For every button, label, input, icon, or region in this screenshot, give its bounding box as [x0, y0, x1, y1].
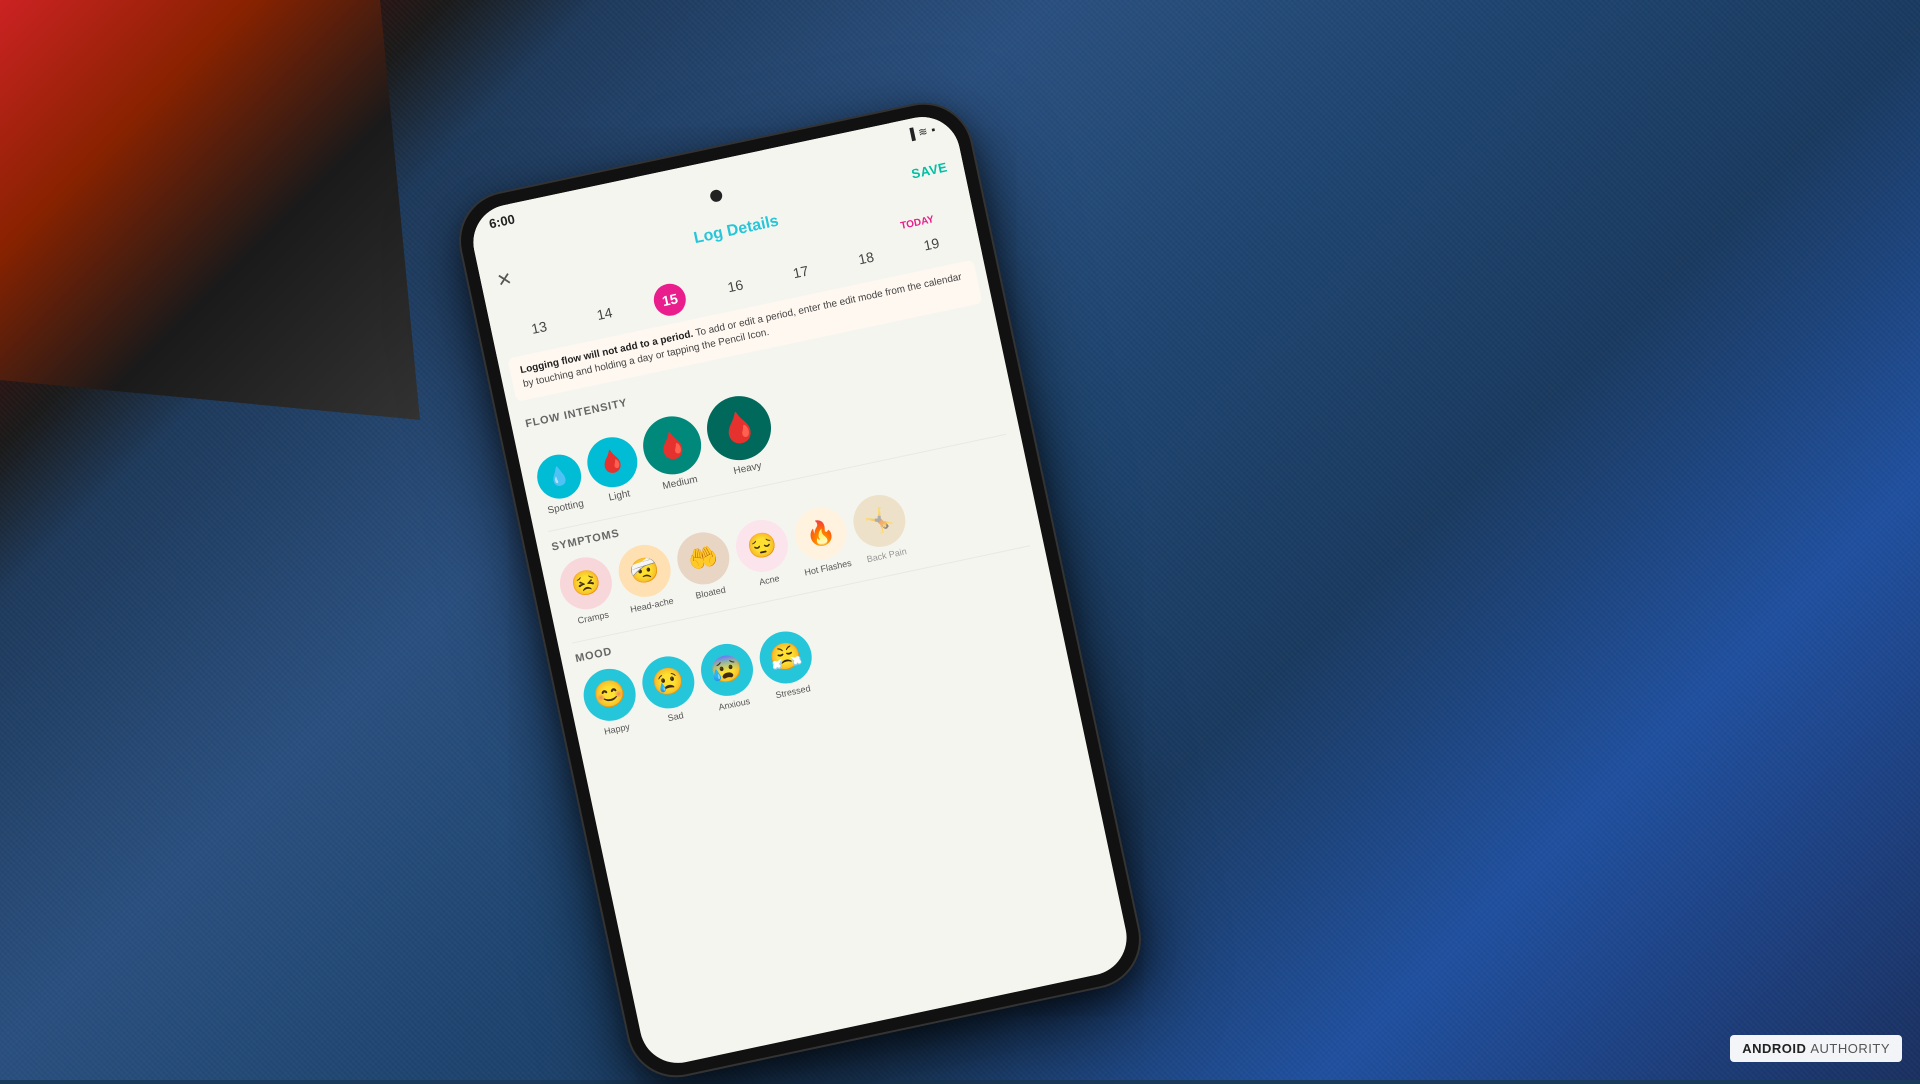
symptom-circle-headache: 🤕: [614, 540, 676, 602]
light-icon: 🩸: [596, 447, 628, 478]
watermark-android: ANDROID: [1742, 1041, 1806, 1056]
close-button[interactable]: ✕: [495, 269, 514, 290]
day-number: 19: [912, 225, 950, 263]
symptom-circle-back-pain: 🤸: [849, 490, 911, 552]
symptom-label-headache: Head-ache: [629, 596, 674, 616]
symptom-headache[interactable]: 🤕 Head-ache: [614, 540, 679, 616]
mood-label-anxious: Anxious: [718, 696, 751, 712]
day-number: 15: [651, 281, 689, 319]
mood-label-happy: Happy: [603, 721, 631, 736]
symptom-hot-flashes[interactable]: 🔥 Hot Flashes: [790, 503, 855, 579]
day-number: 17: [782, 253, 820, 291]
mood-stressed[interactable]: 😤 Stressed: [755, 626, 820, 701]
symptom-label-bloated: Bloated: [695, 585, 727, 602]
flow-light[interactable]: 🩸 Light: [583, 433, 645, 507]
flow-label-heavy: Heavy: [733, 460, 763, 477]
symptom-label-back-pain: Back Pain: [866, 546, 908, 565]
calendar-day-15-today[interactable]: 15: [649, 280, 691, 319]
symptom-cramps[interactable]: 😣 Cramps: [555, 553, 620, 629]
calendar-day-14[interactable]: 14: [584, 294, 626, 333]
symptom-label-acne: Acne: [758, 573, 780, 588]
flow-circle-medium: 🩸: [638, 411, 707, 480]
flow-spotting[interactable]: 💧 Spotting: [533, 451, 588, 518]
calendar-day-13[interactable]: 13: [518, 308, 560, 347]
status-time: 6:00: [488, 211, 517, 231]
calendar-day-17[interactable]: 17: [780, 253, 822, 292]
flow-heavy[interactable]: 🩸 Heavy: [701, 390, 780, 481]
day-number: 14: [586, 295, 624, 333]
symptom-circle-hot-flashes: 🔥: [790, 503, 852, 565]
mood-anxious[interactable]: 😰 Anxious: [696, 639, 761, 714]
symptom-circle-bloated: 🤲: [672, 528, 734, 590]
calendar-day-18[interactable]: 18: [845, 239, 887, 278]
mood-sad[interactable]: 😢 Sad: [637, 651, 702, 726]
status-icons: ▐ ≋ ▪: [906, 123, 937, 142]
mood-circle-stressed: 😤: [755, 626, 817, 688]
calendar-day-16[interactable]: 16: [714, 266, 756, 305]
spotting-icon: 💧: [546, 464, 572, 489]
mood-label-stressed: Stressed: [775, 683, 812, 700]
symptom-bloated[interactable]: 🤲 Bloated: [672, 528, 737, 604]
heavy-icon: 🩸: [717, 407, 761, 449]
flow-circle-spotting: 💧: [533, 451, 585, 503]
flow-label-medium: Medium: [662, 474, 699, 492]
mood-circle-sad: 😢: [637, 651, 699, 713]
symptom-label-cramps: Cramps: [577, 609, 610, 626]
wifi-icon: ≋: [917, 125, 929, 140]
day-number: 13: [520, 309, 558, 347]
medium-icon: 🩸: [653, 427, 691, 464]
day-number: 16: [716, 267, 754, 305]
symptom-circle-cramps: 😣: [555, 553, 617, 615]
flow-label-spotting: Spotting: [547, 498, 585, 516]
symptom-back-pain[interactable]: 🤸 Back Pain: [849, 490, 914, 566]
watermark: ANDROID AUTHORITY: [1730, 1035, 1902, 1062]
battery-icon: ▪: [930, 123, 936, 136]
window-area: [0, 0, 420, 420]
symptom-acne[interactable]: 😔 Acne: [731, 515, 796, 591]
front-camera: [709, 189, 723, 203]
flow-circle-light: 🩸: [583, 433, 642, 492]
signal-icon: ▐: [906, 128, 916, 141]
mood-happy[interactable]: 😊 Happy: [579, 664, 644, 739]
day-number: 18: [847, 239, 885, 277]
symptom-label-hot-flashes: Hot Flashes: [803, 558, 852, 579]
flow-circle-heavy: 🩸: [701, 390, 777, 466]
mood-label-sad: Sad: [667, 710, 685, 723]
symptom-circle-acne: 😔: [731, 515, 793, 577]
mood-circle-happy: 😊: [579, 664, 641, 726]
flow-label-light: Light: [608, 488, 632, 503]
calendar-day-19[interactable]: 19: [911, 225, 953, 264]
watermark-authority: AUTHORITY: [1810, 1041, 1890, 1056]
flow-medium[interactable]: 🩸 Medium: [638, 411, 710, 494]
mood-circle-anxious: 😰: [696, 639, 758, 701]
